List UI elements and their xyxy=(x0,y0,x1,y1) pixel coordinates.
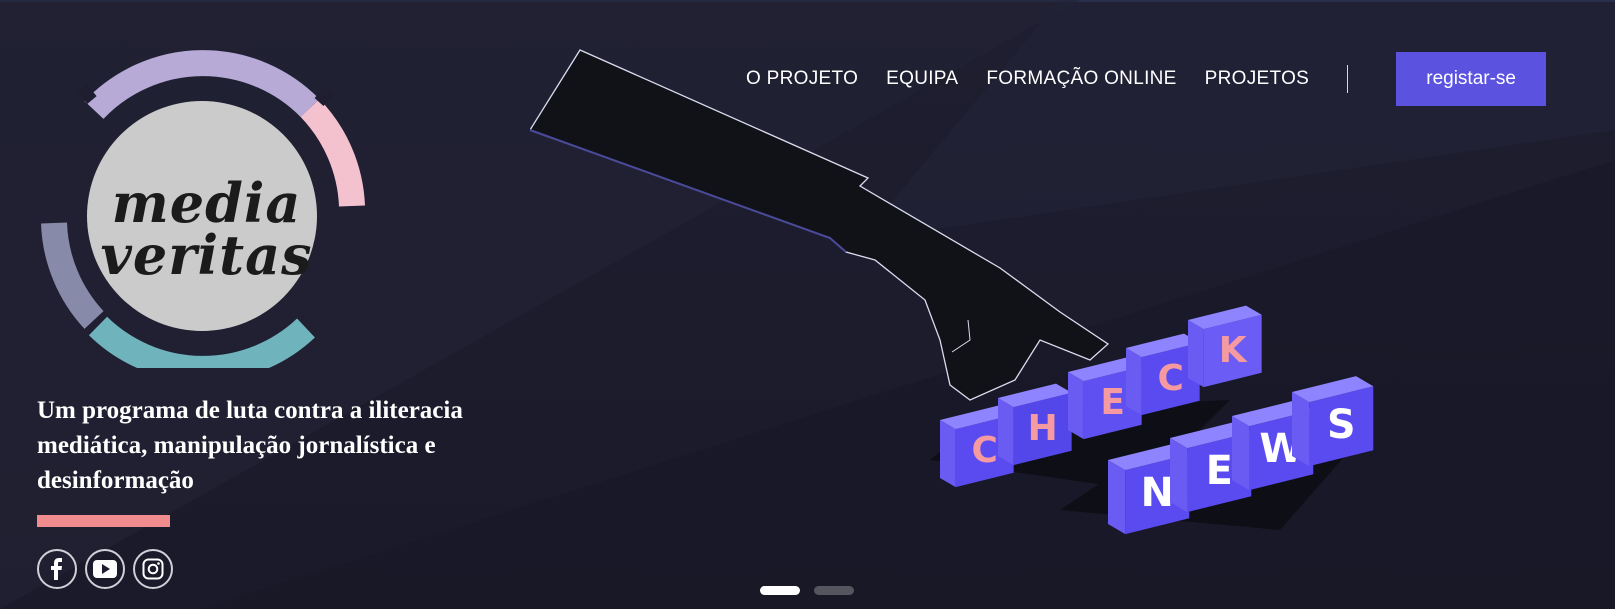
check-news-blocks: CHECKN E WS xyxy=(930,305,1374,535)
block-letter: E xyxy=(1206,448,1233,494)
block-letter: C xyxy=(1157,358,1183,399)
block-letter: S xyxy=(1327,402,1356,448)
instagram-icon[interactable] xyxy=(133,549,173,589)
logo-text-veritas: veritas xyxy=(100,223,313,287)
tagline-accent-bar xyxy=(37,515,170,527)
logo-text-media: media xyxy=(111,171,302,235)
nav-projetos[interactable]: PROJETOS xyxy=(1205,68,1309,90)
block-letter: E xyxy=(1100,382,1125,423)
media-veritas-logo[interactable]: media veritas xyxy=(34,48,379,368)
block-letter: N xyxy=(1141,470,1174,516)
youtube-icon[interactable] xyxy=(85,549,125,589)
facebook-icon[interactable] xyxy=(37,549,77,589)
check-block-2: H xyxy=(998,383,1072,466)
block-letter: K xyxy=(1219,330,1248,371)
block-letter: H xyxy=(1028,408,1058,449)
nav-equipa[interactable]: EQUIPA xyxy=(886,68,958,90)
main-nav: O PROJETO EQUIPA FORMAÇÃO ONLINE PROJETO… xyxy=(746,52,1547,106)
register-button[interactable]: registar-se xyxy=(1396,52,1547,106)
carousel-dot-2[interactable] xyxy=(814,586,854,595)
hero-section: CHECKNEWS media veritas O PROJETO EQUIPA… xyxy=(0,0,1615,609)
nav-formacao-online[interactable]: FORMAÇÃO ONLINE xyxy=(986,68,1176,90)
nav-divider xyxy=(1347,65,1349,93)
check-block-5: K xyxy=(1188,305,1262,388)
block-letter: C xyxy=(971,430,997,471)
carousel-dot-1[interactable] xyxy=(760,586,800,595)
hero-tagline: Um programa de luta contra a iliteracia … xyxy=(37,397,463,494)
news-block-4: S xyxy=(1292,376,1374,467)
nav-o-projeto[interactable]: O PROJETO xyxy=(746,68,858,90)
carousel-indicators xyxy=(760,586,868,595)
social-links xyxy=(37,549,181,589)
